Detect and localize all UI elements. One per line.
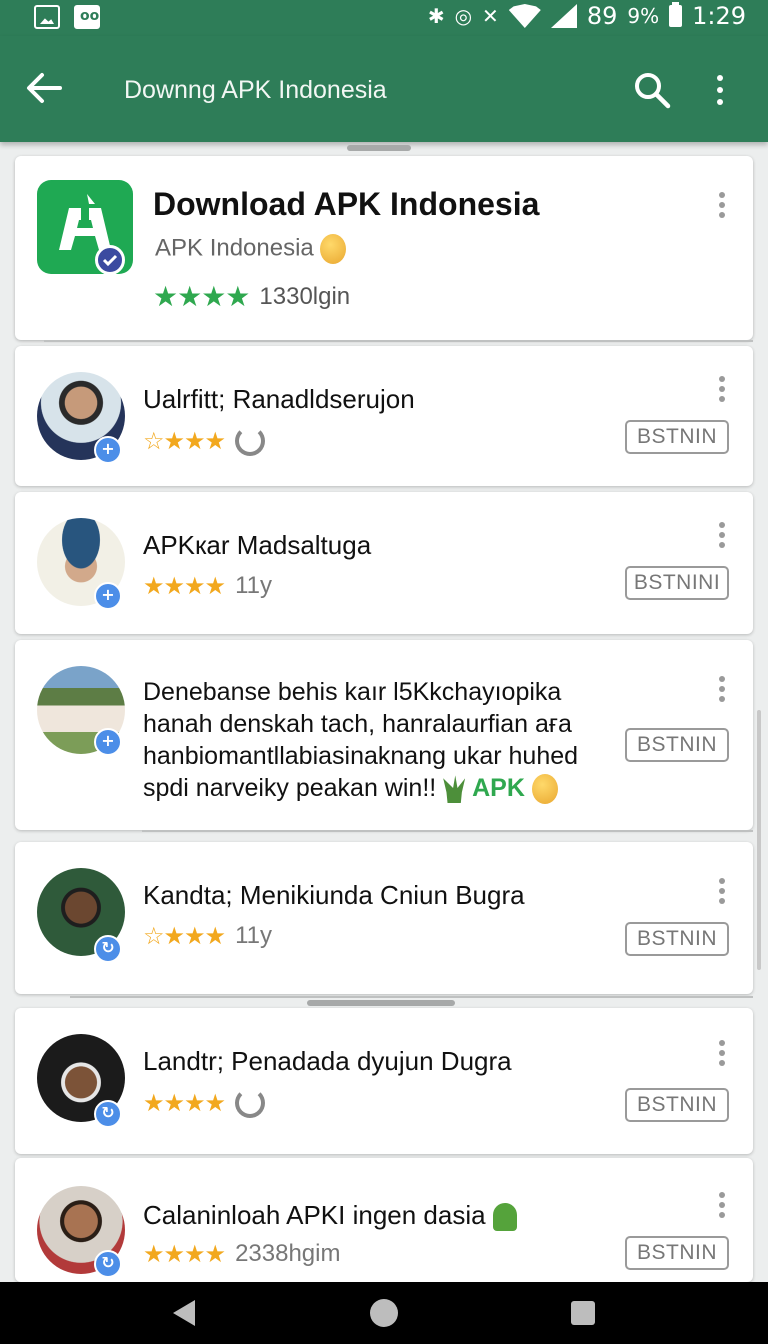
refresh-badge-icon: ↻ [94,935,122,963]
smiley-emoji-icon [531,774,558,805]
wifi-icon [508,4,541,28]
app-bar: Downng APK Indonesia [0,36,768,142]
review-text: Denebanse behis kaır l5Kkchayıopika hana… [143,676,603,805]
card-more-icon[interactable] [718,192,726,218]
review-action-button[interactable]: BSTNIN [625,420,729,454]
network-label: 89 [586,2,618,30]
drag-handle[interactable] [307,1000,455,1006]
review-item[interactable]: Denebanse behis kaır l5Kkchayıopika hana… [15,640,753,830]
review-rating: ☆★★★ [143,426,266,456]
review-age: 11y [235,922,272,949]
app-rating: ★★★★ 1330lgin [153,280,350,313]
clock: 1:29 [692,2,746,30]
developer-name[interactable]: APK Indonesia [155,234,347,264]
review-action-button[interactable]: BSTNIN [625,728,729,762]
bluetooth-icon: ✱ [427,4,445,28]
review-action-button[interactable]: BSTNIN [625,922,729,956]
android-icon [492,1203,517,1232]
nfc-icon: ✕ [482,4,499,28]
review-age: 11y [235,572,272,599]
review-rating: ☆★★★ 11y [143,922,272,950]
reviewer-name: Ualrfitt; Ranadldserujon [143,384,415,414]
review-item[interactable]: Landtr; Penadada dyujun Dugra ★★★★ BSTNI… [15,1008,753,1154]
nav-back-icon[interactable] [173,1300,195,1326]
review-rating: ★★★★ 2338hgim [143,1240,340,1268]
developer-label: APK Indonesia [155,234,314,262]
divider [44,340,753,342]
status-bar: ✱ ◎ ✕ 89 9% 1:29 [0,0,768,36]
loading-spinner-icon [235,1088,266,1118]
divider [70,996,753,998]
review-age: 2338hgim [235,1240,341,1267]
review-more-icon[interactable] [718,878,726,904]
voicemail-notification-icon [74,5,100,29]
review-action-button[interactable]: BSTNIN [625,1088,729,1122]
battery-percent: 9% [627,4,660,28]
review-rating: ★★★★ 11y [143,572,272,600]
review-more-icon[interactable] [718,376,726,402]
review-item[interactable]: Kandta; Menikiunda Cniun Bugra ☆★★★ 11y … [15,842,753,994]
apk-tag: APK [472,774,525,802]
gallery-notification-icon [34,5,60,29]
refresh-badge-icon: ↻ [94,1100,122,1128]
add-badge-icon: + [94,436,122,464]
review-item[interactable]: Calaninloah APKI ingen dasia ★★★★ 2338hg… [15,1158,753,1282]
reviewer-name: Landtr; Penadada dyujun Dugra [143,1046,512,1076]
review-more-icon[interactable] [718,1040,726,1066]
review-more-icon[interactable] [718,1192,726,1218]
reviewer-name: Kandta; Menikiunda Cniun Bugra [143,880,525,910]
divider [142,830,753,832]
rating-stars: ★★★★ [153,280,250,313]
rating-stars: ★★★★ [143,572,226,600]
review-item[interactable]: APKкar Madsaltuga ★★★★ 11y BSTNINI [15,492,753,634]
review-item[interactable]: Ualrfitt; Ranadldserujon ☆★★★ BSTNIN [15,346,753,486]
hotspot-icon: ◎ [454,4,473,28]
back-arrow-icon[interactable] [24,70,64,106]
loading-spinner-icon [235,426,266,456]
battery-icon [669,2,683,27]
review-more-icon[interactable] [718,676,726,702]
rating-star-outline: ☆ [143,922,164,950]
rating-stars: ★★★ [163,922,227,950]
rating-count: 1330lgin [259,282,351,310]
overflow-menu-icon[interactable] [710,72,730,108]
review-more-icon[interactable] [718,522,726,548]
rating-star-outline: ☆ [143,427,164,455]
plant-emoji-icon [443,775,466,804]
add-badge-icon: + [94,582,122,610]
add-badge-icon: + [94,728,122,756]
app-header-card: Download APK Indonesia APK Indonesia ★★★… [15,156,753,340]
drag-handle[interactable] [347,145,411,151]
signal-icon [550,4,577,28]
app-name: Download APK Indonesia [153,186,540,222]
rating-stars: ★★★ [163,427,227,455]
nav-home-icon[interactable] [370,1299,398,1327]
reviewer-name: APKкar Madsaltuga [143,530,372,560]
search-icon[interactable] [632,70,672,110]
review-action-button[interactable]: BSTNINI [625,566,729,600]
verified-check-icon [95,245,125,275]
system-nav-bar [0,1282,768,1344]
review-rating: ★★★★ [143,1088,266,1118]
nav-recents-icon[interactable] [571,1301,595,1325]
review-action-button[interactable]: BSTNIN [625,1236,729,1270]
rating-stars: ★★★★ [143,1089,226,1117]
scrollbar[interactable] [757,710,761,970]
page-title: Downng APK Indonesia [124,76,387,104]
smiley-emoji-icon [320,234,347,264]
reviewer-name: Calaninloah APKI ingen dasia [143,1200,517,1232]
rating-stars: ★★★★ [143,1240,226,1268]
refresh-badge-icon: ↻ [94,1250,122,1278]
